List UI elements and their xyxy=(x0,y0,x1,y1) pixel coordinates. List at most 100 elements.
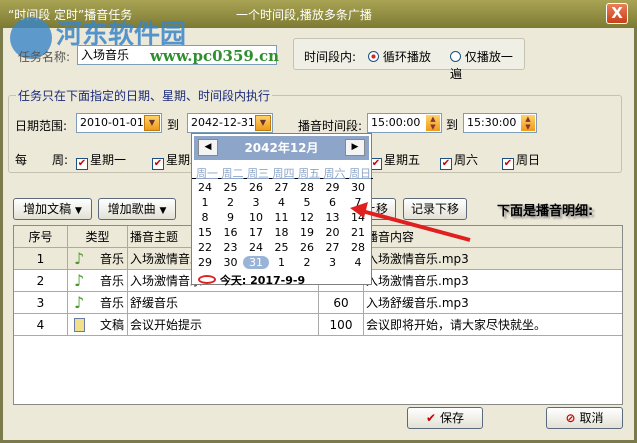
calendar-day[interactable]: 13 xyxy=(320,211,346,224)
cell-type: 文稿 xyxy=(68,314,128,335)
cell-content: 入场激情音乐.mp3 xyxy=(366,274,469,288)
spinner-icon[interactable]: ▲ ▼ xyxy=(521,115,535,131)
header-no[interactable]: 序号 xyxy=(14,226,68,247)
checkbox-friday[interactable]: ✔ 星期五 xyxy=(370,151,420,170)
cell-no: 1 xyxy=(14,248,68,269)
calendar-day[interactable]: 26 xyxy=(243,181,269,194)
checkbox-label: 星期一 xyxy=(90,153,127,167)
date-to-label: 到 xyxy=(167,118,180,132)
header-content[interactable]: 播音内容 xyxy=(364,226,622,247)
cell-content: 入场舒缓音乐.mp3 xyxy=(366,296,469,310)
music-note-icon: ♪ xyxy=(74,249,85,268)
spinner-icon[interactable]: ▲ ▼ xyxy=(426,115,440,131)
radio-loop-label: 循环播放 xyxy=(382,50,431,64)
prev-month-button[interactable]: ◀ xyxy=(198,139,218,156)
cell-type-label: 音乐 xyxy=(99,296,124,310)
calendar-day[interactable]: 28 xyxy=(294,181,320,194)
date-from-value: 2010-01-01 xyxy=(80,116,144,129)
add-song-button[interactable]: 增加歌曲 ▼ xyxy=(98,198,176,220)
calendar-day[interactable]: 7 xyxy=(345,196,371,209)
calendar-day[interactable]: 28 xyxy=(345,241,371,254)
calendar-day[interactable]: 26 xyxy=(294,241,320,254)
calendar-day[interactable]: 30 xyxy=(345,181,371,194)
calendar-day[interactable]: 5 xyxy=(294,196,320,209)
calendar-weekday: 周三 xyxy=(247,167,269,180)
calendar-day[interactable]: 16 xyxy=(218,226,244,239)
table-row[interactable]: 4 文稿 会议开始提示 100 会议即将开始，请大家尽快就坐。 xyxy=(14,314,622,336)
calendar-weekday: 周六 xyxy=(323,167,346,180)
calendar-day[interactable]: 20 xyxy=(320,226,346,239)
calendar-day[interactable]: 6 xyxy=(320,196,346,209)
chevron-down-icon[interactable]: ▼ xyxy=(144,115,160,131)
music-note-icon: ♪ xyxy=(74,293,85,312)
date-range-label: 日期范围: xyxy=(15,119,68,133)
chevron-down-icon[interactable]: ▼ xyxy=(255,115,271,131)
time-to-input[interactable]: 15:30:00 ▲ ▼ xyxy=(463,113,537,133)
today-link[interactable]: 今天: 2017-9-9 xyxy=(198,272,305,288)
move-down-button[interactable]: 记录下移 xyxy=(403,198,467,220)
date-to-input[interactable]: 2042-12-31 ▼ xyxy=(187,113,273,133)
dropdown-icon: ▼ xyxy=(159,206,167,216)
calendar-day[interactable]: 27 xyxy=(269,181,295,194)
date-from-input[interactable]: 2010-01-01 ▼ xyxy=(76,113,162,133)
calendar-day[interactable]: 14 xyxy=(345,211,371,224)
calendar-day[interactable]: 4 xyxy=(345,256,371,269)
cell-type: ♪ 音乐 xyxy=(68,292,128,313)
calendar-day[interactable]: 24 xyxy=(243,241,269,254)
calendar-day[interactable]: 24 xyxy=(192,181,218,194)
cell-topic: 会议开始提示 xyxy=(128,314,319,335)
schedule-legend: 任务只在下面指定的日期、星期、时间段内执行 xyxy=(16,87,273,104)
radio-loop[interactable]: 循环播放 xyxy=(368,48,431,65)
close-button[interactable]: X xyxy=(606,3,628,24)
cancel-button[interactable]: ⊘ 取消 xyxy=(546,407,623,429)
time-to-value: 15:30:00 xyxy=(467,116,517,129)
calendar-day[interactable]: 3 xyxy=(320,256,346,269)
save-button[interactable]: ✔ 保存 xyxy=(407,407,483,429)
calendar-day[interactable]: 1 xyxy=(269,256,295,269)
add-doc-label: 增加文稿 xyxy=(23,202,72,216)
checkbox-saturday[interactable]: ✔ 周六 xyxy=(440,151,478,170)
calendar-day[interactable]: 15 xyxy=(192,226,218,239)
checkbox-label: 星期五 xyxy=(384,153,421,167)
calendar-day[interactable]: 31 xyxy=(243,256,269,269)
table-row[interactable]: 3 ♪ 音乐 舒缓音乐 60 入场舒缓音乐.mp3 xyxy=(14,292,622,314)
calendar-day[interactable]: 22 xyxy=(192,241,218,254)
calendar-day[interactable]: 27 xyxy=(320,241,346,254)
calendar-day[interactable]: 8 xyxy=(192,211,218,224)
calendar-day[interactable]: 25 xyxy=(269,241,295,254)
calendar-day[interactable]: 29 xyxy=(192,256,218,269)
calendar-day[interactable]: 11 xyxy=(269,211,295,224)
calendar-day[interactable]: 17 xyxy=(243,226,269,239)
checkmark-icon: ✔ xyxy=(426,411,437,425)
calendar-day[interactable]: 4 xyxy=(269,196,295,209)
cancel-label: 取消 xyxy=(579,411,604,425)
calendar-day[interactable]: 21 xyxy=(345,226,371,239)
calendar-day[interactable]: 19 xyxy=(294,226,320,239)
calendar-day[interactable]: 12 xyxy=(294,211,320,224)
calendar-day[interactable]: 25 xyxy=(218,181,244,194)
cell-content: 会议即将开始，请大家尽快就坐。 xyxy=(366,318,547,332)
calendar-day[interactable]: 23 xyxy=(218,241,244,254)
add-doc-button[interactable]: 增加文稿 ▼ xyxy=(13,198,92,220)
calendar-day[interactable]: 30 xyxy=(218,256,244,269)
cancel-icon: ⊘ xyxy=(565,411,576,425)
calendar-title: 2042年12月 xyxy=(244,141,319,155)
time-from-input[interactable]: 15:00:00 ▲ ▼ xyxy=(367,113,442,133)
calendar-day[interactable]: 2 xyxy=(294,256,320,269)
next-month-button[interactable]: ▶ xyxy=(345,139,365,156)
calendar-day[interactable]: 3 xyxy=(243,196,269,209)
calendar-day[interactable]: 2 xyxy=(218,196,244,209)
checkmark-icon: ✔ xyxy=(152,158,164,170)
radio-once[interactable]: 仅播放一遍 xyxy=(450,48,524,82)
calendar-day[interactable]: 1 xyxy=(192,196,218,209)
header-type[interactable]: 类型 xyxy=(68,226,128,247)
calendar-day[interactable]: 18 xyxy=(269,226,295,239)
cell-content: 入场激情音乐.mp3 xyxy=(366,252,469,266)
calendar-day[interactable]: 29 xyxy=(320,181,346,194)
calendar-header: ◀ 2042年12月 ▶ xyxy=(194,136,369,160)
calendar-day[interactable]: 9 xyxy=(218,211,244,224)
checkbox-sunday[interactable]: ✔ 周日 xyxy=(502,151,540,170)
cell-type-label: 音乐 xyxy=(99,252,124,266)
calendar-day[interactable]: 10 xyxy=(243,211,269,224)
checkbox-monday[interactable]: ✔ 星期一 xyxy=(76,151,126,170)
